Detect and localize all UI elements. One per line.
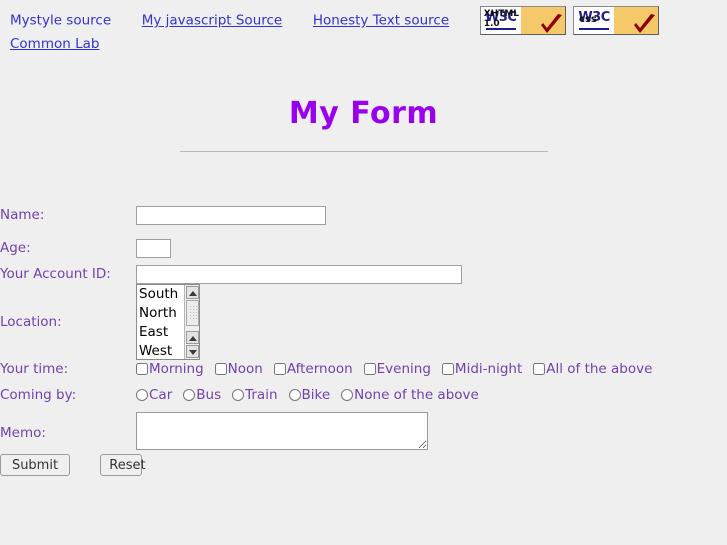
name-field-cell bbox=[136, 199, 717, 232]
form-container: Name: Age: Your Account ID: Location: So… bbox=[0, 199, 727, 476]
badge-line-2: 1.0 bbox=[483, 19, 500, 29]
radio-train-input[interactable] bbox=[232, 389, 245, 401]
form-row-age: Age: bbox=[0, 232, 717, 265]
checkbox-noon-input[interactable] bbox=[214, 363, 227, 375]
checkbox-evening[interactable]: Evening bbox=[363, 361, 431, 377]
reset-button[interactable]: Reset bbox=[100, 454, 146, 476]
location-option[interactable]: West bbox=[139, 342, 185, 359]
checkbox-label: Afternoon bbox=[286, 361, 353, 377]
radio-none-of-the-above[interactable]: None of the above bbox=[341, 387, 479, 403]
coming-by-label: Coming by: bbox=[0, 387, 77, 403]
coming-by-radio-group: Car Bus Train Bike None of the above bbox=[136, 379, 717, 412]
account-id-field-cell bbox=[136, 265, 717, 284]
badge-xhtml-label: XHTML 1.0 bbox=[484, 9, 519, 29]
grip-icon bbox=[189, 305, 197, 321]
account-id-label: Your Account ID: bbox=[0, 266, 111, 282]
checkbox-afternoon-input[interactable] bbox=[273, 363, 286, 375]
radio-label: Car bbox=[149, 387, 173, 403]
nav-link-javascript-source[interactable]: My javascript Source bbox=[142, 13, 283, 29]
checkmark-icon bbox=[540, 14, 562, 33]
time-checkbox-group: Morning Noon Afternoon Evening Midi-night All… bbox=[136, 360, 717, 379]
radio-bus-input[interactable] bbox=[183, 389, 196, 401]
account-id-input[interactable] bbox=[136, 265, 462, 284]
your-time-label: Your time: bbox=[0, 361, 69, 377]
form-row-memo: Memo: bbox=[0, 412, 717, 454]
radio-label: None of the above bbox=[354, 387, 479, 403]
checkbox-afternoon[interactable]: Afternoon bbox=[273, 361, 353, 377]
radio-car[interactable]: Car bbox=[136, 387, 172, 403]
valid-css-badge[interactable]: W3C css bbox=[573, 6, 660, 35]
radio-label: Train bbox=[245, 387, 278, 403]
form-table: Name: Age: Your Account ID: Location: So… bbox=[0, 199, 717, 476]
chevron-up-icon bbox=[189, 336, 197, 341]
location-option[interactable]: South bbox=[139, 285, 185, 304]
location-field-cell: South North East West bbox=[136, 284, 717, 360]
form-actions: Submit Reset bbox=[0, 454, 717, 476]
location-scrollbar[interactable] bbox=[184, 285, 199, 359]
location-label: Location: bbox=[0, 313, 62, 330]
radio-label: Bike bbox=[301, 387, 331, 403]
checkbox-label: Noon bbox=[227, 361, 263, 377]
scrollbar-thumb[interactable] bbox=[186, 300, 199, 326]
name-input[interactable] bbox=[136, 206, 326, 225]
checkbox-all-of-the-above-input[interactable] bbox=[533, 363, 546, 375]
location-option[interactable]: East bbox=[139, 323, 185, 342]
location-options: South North East West bbox=[137, 285, 185, 359]
checkbox-label: Evening bbox=[376, 361, 431, 377]
checkbox-label: All of the above bbox=[546, 361, 653, 377]
checkbox-noon[interactable]: Noon bbox=[214, 361, 263, 377]
checkbox-midi-night[interactable]: Midi-night bbox=[441, 361, 523, 377]
form-row-account: Your Account ID: bbox=[0, 265, 717, 284]
scroll-up-button-secondary[interactable] bbox=[186, 331, 199, 344]
form-row-location: Location: South North East West bbox=[0, 284, 717, 360]
nav-link-common-lab[interactable]: Common Lab bbox=[10, 36, 99, 52]
radio-bus[interactable]: Bus bbox=[183, 387, 221, 403]
checkbox-evening-input[interactable] bbox=[363, 363, 376, 375]
memo-field-cell bbox=[136, 412, 717, 454]
checkbox-morning-input[interactable] bbox=[136, 363, 148, 375]
top-navigation: Mystyle source My javascript Source Hone… bbox=[0, 0, 727, 54]
checkbox-morning[interactable]: Morning bbox=[136, 361, 204, 377]
form-row-coming-by: Coming by: Car Bus Train Bike None of the ab… bbox=[0, 379, 717, 412]
radio-train[interactable]: Train bbox=[232, 387, 278, 403]
valid-xhtml-badge[interactable]: W3C XHTML 1.0 bbox=[479, 6, 566, 35]
checkbox-label: Morning bbox=[149, 361, 204, 377]
chevron-up-icon bbox=[189, 291, 197, 296]
nav-link-honesty-text-source[interactable]: Honesty Text source bbox=[313, 13, 449, 29]
checkbox-label: Midi-night bbox=[454, 361, 523, 377]
name-label: Name: bbox=[0, 207, 45, 223]
age-field-cell bbox=[136, 232, 717, 265]
form-row-name: Name: bbox=[0, 199, 717, 232]
checkmark-icon bbox=[634, 14, 656, 33]
location-option[interactable]: North bbox=[139, 304, 185, 323]
badge-css-label: css bbox=[579, 14, 597, 25]
radio-label: Bus bbox=[196, 387, 222, 403]
age-input[interactable] bbox=[136, 239, 171, 258]
form-row-buttons: Submit Reset bbox=[0, 454, 717, 476]
submit-button[interactable]: Submit bbox=[0, 454, 70, 476]
checkbox-midi-night-input[interactable] bbox=[441, 363, 454, 375]
scroll-down-button[interactable] bbox=[186, 345, 199, 358]
form-row-time: Your time: Morning Noon Afternoon Evening Mi… bbox=[0, 360, 717, 379]
checkbox-all-of-the-above[interactable]: All of the above bbox=[533, 361, 652, 377]
radio-bike[interactable]: Bike bbox=[288, 387, 331, 403]
memo-textarea[interactable] bbox=[136, 412, 428, 450]
scroll-up-button[interactable] bbox=[186, 286, 199, 299]
radio-bike-input[interactable] bbox=[288, 389, 301, 401]
memo-label: Memo: bbox=[0, 424, 46, 441]
page-title: My Form bbox=[288, 96, 439, 131]
badge-line-1: XHTML bbox=[483, 9, 520, 19]
nav-link-mystyle-source[interactable]: Mystyle source bbox=[10, 13, 111, 29]
location-listbox[interactable]: South North East West bbox=[136, 284, 200, 360]
title-divider bbox=[179, 151, 548, 152]
age-label: Age: bbox=[0, 240, 31, 256]
chevron-down-icon bbox=[189, 350, 197, 355]
radio-none-of-the-above-input[interactable] bbox=[341, 389, 354, 401]
radio-car-input[interactable] bbox=[136, 389, 148, 401]
